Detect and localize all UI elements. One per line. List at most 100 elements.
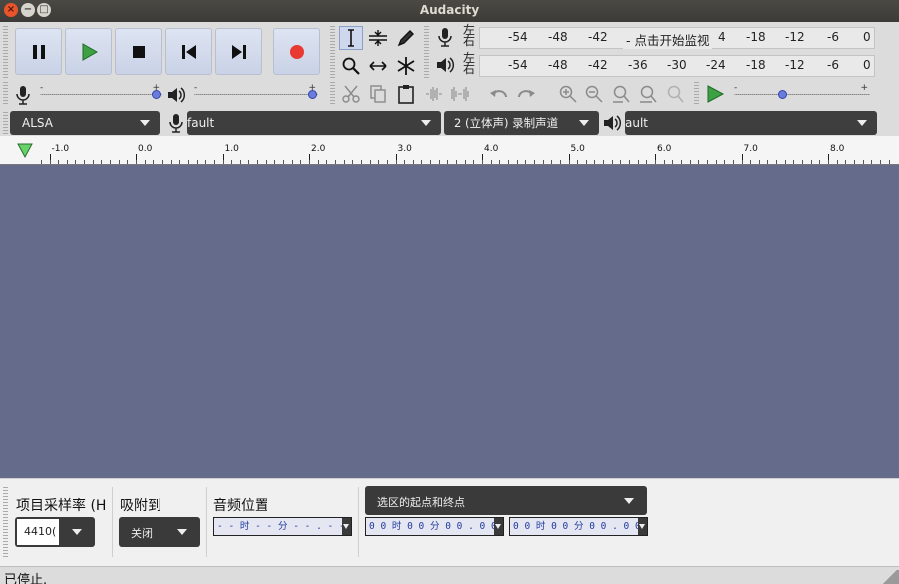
play-at-speed-button[interactable] <box>703 82 727 106</box>
slider-track <box>194 94 318 95</box>
ruler-minor-tick <box>127 160 129 164</box>
snap-to-select[interactable]: 关闭 <box>119 517 200 547</box>
fit-selection-button[interactable] <box>609 82 633 106</box>
selection-mode-select[interactable]: 选区的起点和终点 <box>365 486 647 515</box>
ruler-minor-tick <box>533 160 535 164</box>
paste-button[interactable] <box>394 82 418 106</box>
zoom-out-button[interactable] <box>582 82 606 106</box>
ruler-minor-tick <box>845 160 847 164</box>
edit-toolbar-grip[interactable] <box>330 82 335 106</box>
speaker-icon <box>168 87 186 103</box>
record-channels-select[interactable]: 2 (立体声) 录制声道 <box>444 111 599 135</box>
silence-audio-icon <box>451 87 469 101</box>
draw-tool[interactable] <box>394 26 418 50</box>
device-toolbar-grip[interactable] <box>3 112 8 134</box>
slider-max: + <box>860 83 868 93</box>
asterisk-icon <box>397 57 415 75</box>
zoom-tool[interactable] <box>339 54 363 78</box>
project-rate-combo[interactable]: 4410( <box>15 517 95 547</box>
play-head-triangle-icon[interactable] <box>16 141 34 159</box>
meter-toolbar-grip[interactable] <box>424 26 429 78</box>
record-meter-scale[interactable]: -54 -48 -42 - 点击开始监视 4 -18 -12 -6 0 <box>479 27 875 49</box>
play-at-speed-grip[interactable] <box>694 82 699 106</box>
microphone-icon <box>16 86 30 105</box>
play-icon <box>82 42 98 61</box>
playback-meter-button[interactable] <box>433 53 457 77</box>
slider-track <box>734 94 870 95</box>
chevron-down-icon <box>579 120 589 126</box>
tracks-area[interactable] <box>0 165 899 478</box>
ruler-minor-tick <box>378 160 380 164</box>
ruler-minor-tick <box>196 160 198 164</box>
ruler-label: 1.0 <box>224 144 239 154</box>
ruler-minor-tick <box>213 160 215 164</box>
pause-button[interactable] <box>15 28 62 75</box>
selection-start-field[interactable]: 0 0 时 0 0 分 0 0 . 0 0 0 秒 <box>365 517 504 536</box>
transport-toolbar-grip[interactable] <box>3 26 8 78</box>
time-shift-tool[interactable] <box>366 54 390 78</box>
ruler-minor-tick <box>118 160 120 164</box>
chevron-down-icon[interactable] <box>342 518 351 535</box>
play-speed-slider[interactable]: - + <box>734 83 870 102</box>
audio-position-field[interactable]: - - 时 - - 分 - - . - - - 秒 <box>213 517 352 536</box>
record-device-select[interactable]: fault <box>187 111 441 135</box>
redo-button[interactable] <box>514 82 538 106</box>
audio-host-select[interactable]: ALSA <box>10 111 160 135</box>
selection-toolbar-grip[interactable] <box>3 487 8 557</box>
ruler-minor-tick <box>879 160 881 164</box>
clipboard-icon <box>398 85 414 104</box>
skip-to-end-button[interactable] <box>215 28 262 75</box>
playback-volume-slider[interactable]: - + <box>194 83 318 102</box>
audio-position-label: 音频位置 <box>213 498 267 514</box>
selection-end-value: 0 0 时 0 0 分 0 0 . 0 0 0 秒 <box>513 521 647 532</box>
selection-mode-value: 选区的起点和终点 <box>377 496 465 509</box>
ruler-minor-tick <box>231 160 233 164</box>
trim-button[interactable] <box>422 82 446 106</box>
record-meter[interactable]: 左 右 -54 -48 -42 - 点击开始监视 4 -18 -12 -6 0 <box>463 24 875 51</box>
chevron-down-icon[interactable] <box>72 529 82 535</box>
ruler-label: 4.0 <box>484 144 499 154</box>
skip-to-start-button[interactable] <box>165 28 212 75</box>
playback-meter[interactable]: 左 右 -54 -48 -42 -36 -30 -24 -18 -12 -6 0 <box>463 52 875 79</box>
ruler-minor-tick <box>317 160 319 164</box>
play-speed-thumb[interactable] <box>778 90 788 99</box>
record-meter-monitor-hint[interactable]: - 点击开始监视 <box>623 30 713 49</box>
ruler-minor-tick <box>274 160 276 164</box>
undo-button[interactable] <box>487 82 511 106</box>
record-meter-button[interactable] <box>433 25 457 49</box>
cut-button[interactable] <box>339 82 363 106</box>
ruler-minor-tick <box>836 160 838 164</box>
project-rate-input[interactable]: 4410( <box>17 519 59 545</box>
stop-button[interactable] <box>115 28 162 75</box>
zoom-in-button[interactable] <box>556 82 580 106</box>
record-volume-thumb[interactable] <box>152 90 161 99</box>
selection-end-field[interactable]: 0 0 时 0 0 分 0 0 . 0 0 0 秒 <box>509 517 648 536</box>
multi-tool[interactable] <box>394 54 418 78</box>
chevron-down-icon <box>140 120 150 126</box>
selection-tool[interactable] <box>339 26 363 50</box>
envelope-tool[interactable] <box>366 26 390 50</box>
ruler-minor-tick <box>732 160 734 164</box>
ruler-minor-tick <box>646 160 648 164</box>
ruler-minor-tick <box>862 160 864 164</box>
ruler-minor-tick <box>758 160 760 164</box>
record-volume-slider[interactable]: - + <box>40 83 162 102</box>
playback-volume-thumb[interactable] <box>308 90 317 99</box>
selection-start-value: 0 0 时 0 0 分 0 0 . 0 0 0 秒 <box>369 521 503 532</box>
zoom-toggle-button[interactable] <box>663 82 687 106</box>
chevron-down-icon[interactable] <box>638 518 647 535</box>
ruler-minor-tick <box>741 160 743 164</box>
resize-grip[interactable] <box>881 570 899 584</box>
copy-button[interactable] <box>366 82 390 106</box>
play-button[interactable] <box>65 28 112 75</box>
playback-device-select[interactable]: ault <box>625 111 877 135</box>
silence-button[interactable] <box>448 82 472 106</box>
timeline-ruler[interactable]: -1.0 0.0 1.0 2.0 3.0 4.0 5.0 6.0 7.0 8.0 <box>0 136 899 165</box>
playback-meter-scale[interactable]: -54 -48 -42 -36 -30 -24 -18 -12 -6 0 <box>479 55 875 77</box>
tools-toolbar-grip[interactable] <box>330 26 335 78</box>
chevron-down-icon[interactable] <box>494 518 503 535</box>
fit-project-button[interactable] <box>636 82 660 106</box>
record-button[interactable] <box>273 28 320 75</box>
mixer-toolbar-grip[interactable] <box>3 82 8 106</box>
ruler-minor-tick <box>680 160 682 164</box>
